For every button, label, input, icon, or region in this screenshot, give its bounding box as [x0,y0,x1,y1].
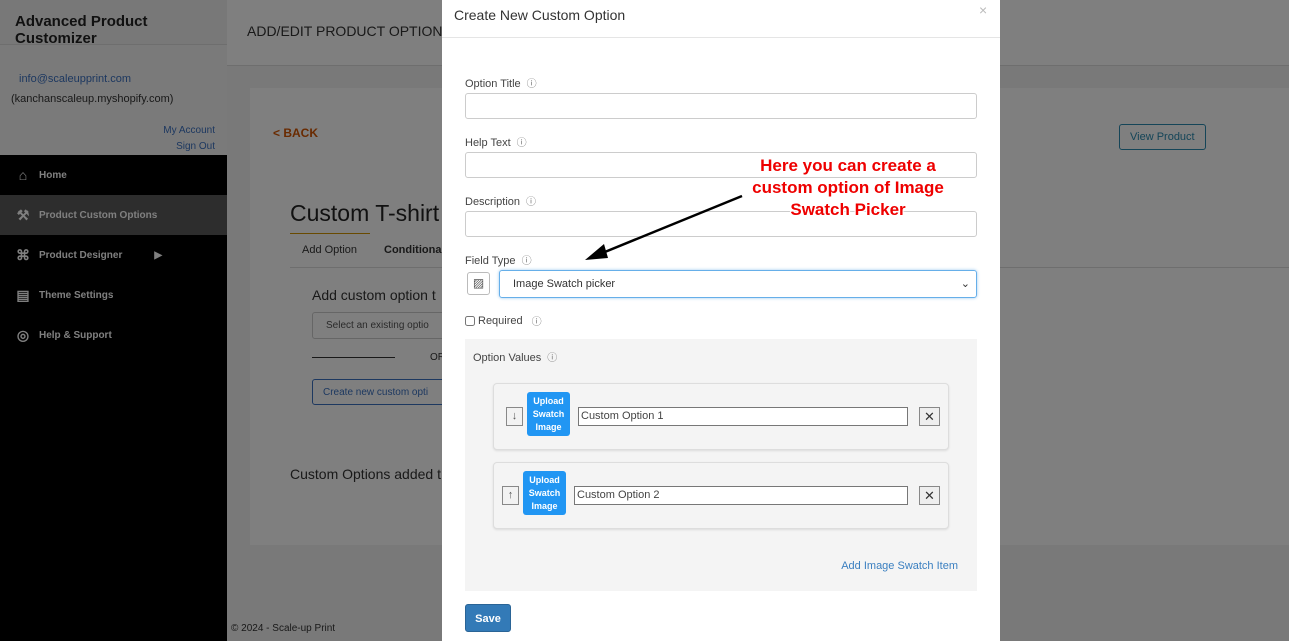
remove-icon[interactable]: ✕ [919,486,940,505]
field-type-label: Field Type [465,255,516,267]
option-title-input[interactable] [465,93,977,119]
chevron-down-icon: ⌄ [960,278,970,290]
close-icon[interactable]: × [979,2,987,18]
remove-icon[interactable]: ✕ [919,407,940,426]
help-text-label: Help Text [465,137,511,149]
option-values-label: Option Values [473,352,542,364]
description-label: Description [465,196,521,208]
upload-swatch-button[interactable]: Upload Swatch Image [523,471,566,515]
option-value-row: ↑ Upload Swatch Image Custom Option 2 ✕ [493,462,949,529]
option-value-input[interactable]: Custom Option 2 [574,486,908,505]
field-type-select[interactable]: Image Swatch picker ⌄ [499,270,977,298]
info-icon: ⓘ [531,317,542,328]
annotation-text: Here you can create a custom option of I… [752,156,944,219]
move-up-button[interactable]: ↑ [502,486,519,505]
info-icon: ⓘ [516,138,527,149]
option-title-label: Option Title [465,78,521,90]
annotation-arrow-icon [585,194,743,260]
option-values-panel: Option Values ⓘ ↓ Upload Swatch Image Cus… [465,339,977,591]
info-icon: ⓘ [526,79,537,90]
modal-title: Create New Custom Option [454,7,626,23]
create-option-modal: Create New Custom Option × Option Title ⓘ… [442,0,1000,641]
info-icon: ⓘ [526,197,537,208]
field-type-value: Image Swatch picker [513,278,616,290]
option-value-row: ↓ Upload Swatch Image Custom Option 1 ✕ [493,383,949,450]
add-swatch-item-link[interactable]: Add Image Swatch Item [841,560,958,572]
save-button[interactable]: Save [465,604,511,632]
upload-swatch-button[interactable]: Upload Swatch Image [527,392,570,436]
required-label: Required [478,314,523,327]
image-icon: ▨ [467,272,490,295]
required-checkbox[interactable] [465,315,475,326]
move-down-button[interactable]: ↓ [506,407,523,426]
info-icon: ⓘ [547,353,558,364]
option-value-input[interactable]: Custom Option 1 [578,407,908,426]
info-icon: ⓘ [521,256,532,267]
